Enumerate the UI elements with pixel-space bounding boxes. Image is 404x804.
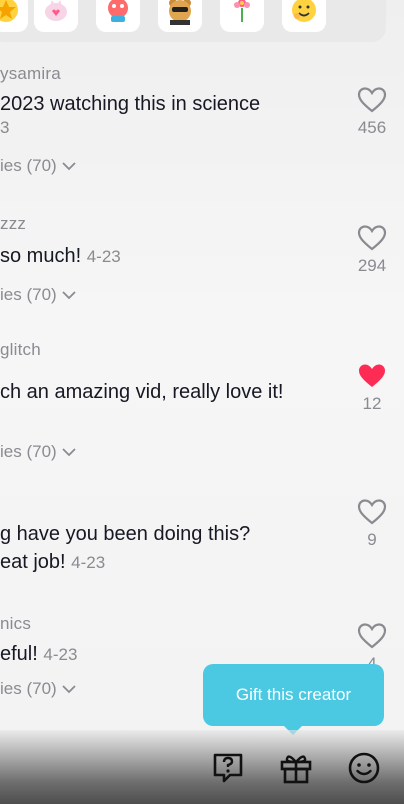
like-button[interactable]: 12 <box>352 362 392 414</box>
replies-label: ies (70) <box>0 442 57 461</box>
heart-outline-icon <box>357 87 387 113</box>
comment-username[interactable]: nics <box>0 614 350 634</box>
comment-text-body: eat job! <box>0 551 66 573</box>
comment-username[interactable]: ysamira <box>0 64 350 84</box>
replies-label: ies (70) <box>0 679 57 698</box>
question-box-icon[interactable] <box>208 748 248 788</box>
flower-sticker-icon[interactable] <box>220 0 264 32</box>
like-button[interactable]: 456 <box>352 86 392 138</box>
like-count: 9 <box>367 530 377 549</box>
chevron-down-icon <box>62 162 76 171</box>
comment-item: glitch ch an amazing vid, really love it… <box>0 340 350 462</box>
like-count: 294 <box>357 256 387 275</box>
like-count: 12 <box>362 394 382 413</box>
heart-outline-icon <box>357 499 387 525</box>
comment-text-body: so much! <box>0 245 82 267</box>
comment-text-body: eful! <box>0 643 38 665</box>
chevron-down-icon <box>62 448 76 457</box>
dancing-face-sticker-icon[interactable] <box>96 0 140 32</box>
chevron-down-icon <box>62 291 76 300</box>
replies-label: ies (70) <box>0 156 57 175</box>
like-button[interactable]: 294 <box>352 224 392 276</box>
comment-text: 2023 watching this in science <box>0 93 261 115</box>
comment-username[interactable]: glitch <box>0 340 350 360</box>
chevron-down-icon <box>62 685 76 694</box>
comment-item: g have you been doing this? eat job! 4-2… <box>0 520 350 577</box>
replies-label: ies (70) <box>0 285 57 304</box>
comment-text: g have you been doing this? <box>0 523 251 545</box>
comment-text-line2: eat job! 4-23 <box>0 548 350 577</box>
comment-date: 4-23 <box>43 645 78 664</box>
star-sticker-icon[interactable] <box>0 0 28 32</box>
view-replies-button[interactable]: ies (70) <box>0 156 350 176</box>
comment-item: ysamira 2023 watching this in science 3 … <box>0 64 350 176</box>
heart-outline-icon <box>357 225 387 251</box>
comment-item: zzz so much! 4-23 ies (70) <box>0 214 350 305</box>
like-button[interactable]: 9 <box>352 498 392 550</box>
comment-text: so much! 4-23 <box>0 242 350 271</box>
heart-cat-sticker-icon[interactable] <box>34 0 78 32</box>
gift-tooltip-label: Gift this creator <box>235 685 352 704</box>
view-replies-button[interactable]: ies (70) <box>0 285 350 305</box>
like-count: 456 <box>357 118 387 137</box>
emoji-icon[interactable] <box>344 748 384 788</box>
view-replies-button[interactable]: ies (70) <box>0 442 350 462</box>
heart-outline-icon <box>357 623 387 649</box>
comment-date: 4-23 <box>71 553 106 572</box>
cool-bear-sticker-icon[interactable] <box>158 0 202 32</box>
comment-subline: 3 <box>0 118 10 137</box>
hugging-face-sticker-icon[interactable] <box>282 0 326 32</box>
comments-panel: ysamira 2023 watching this in science 3 … <box>0 0 404 804</box>
comment-date: 4-23 <box>86 247 121 266</box>
comment-text: ch an amazing vid, really love it! <box>0 381 284 403</box>
heart-filled-icon <box>359 364 385 387</box>
comment-username[interactable]: zzz <box>0 214 350 234</box>
gift-icon[interactable] <box>276 748 316 788</box>
gift-tooltip[interactable]: Gift this creator <box>203 664 384 726</box>
